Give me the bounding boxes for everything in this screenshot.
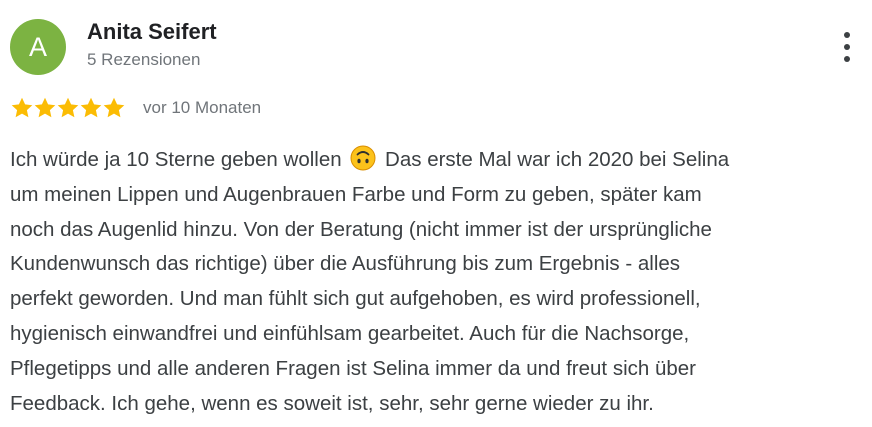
review-time: vor 10 Monaten (143, 98, 262, 117)
avatar[interactable]: A (10, 19, 66, 75)
review-line: Pflegetipps und alle anderen Fragen ist … (10, 356, 697, 380)
star-icon (103, 97, 125, 118)
more-vert-icon (844, 32, 850, 62)
upside-down-face-emoji-icon (350, 145, 376, 171)
reviewer-review-count[interactable]: 5 Rezensionen (87, 49, 200, 71)
review-line-text: Ich würde ja 10 Sterne geben wollen (10, 148, 342, 171)
more-options-button[interactable] (832, 30, 862, 64)
reviewer-name[interactable]: Anita Seifert (87, 18, 217, 46)
review-line: hygienisch einwandfrei und einfühlsam ge… (10, 321, 690, 345)
review-text: Ich würde ja 10 Sterne geben wollen Das … (10, 143, 865, 421)
star-icon (57, 97, 79, 118)
review-card: A Anita Seifert 5 Rezensionen vor 10 Mon… (0, 0, 872, 427)
review-line: Feedback. Ich gehe, wenn es soweit ist, … (10, 391, 654, 415)
star-rating (10, 96, 125, 120)
review-line: noch das Augenlid hinzu. Von der Beratun… (10, 217, 712, 241)
review-line-text: Das erste Mal war ich 2020 bei Selina (385, 148, 730, 171)
star-icon (34, 97, 56, 118)
review-line: Kundenwunsch das richtige) über die Ausf… (10, 252, 681, 276)
review-line: perfekt geworden. Und man fühlt sich gut… (10, 287, 701, 311)
rating-row: vor 10 Monaten (10, 96, 261, 120)
star-icon (80, 97, 102, 118)
star-icon (11, 97, 33, 118)
review-line: Ich würde ja 10 Sterne geben wollen Das … (10, 143, 865, 178)
avatar-initial: A (28, 31, 47, 62)
review-line: um meinen Lippen und Augenbrauen Farbe u… (10, 182, 702, 206)
